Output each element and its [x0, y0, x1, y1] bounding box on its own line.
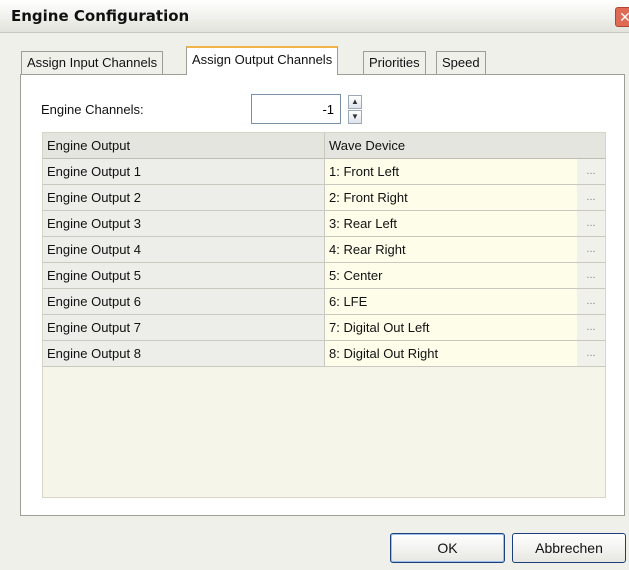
chevron-down-icon: ▼	[351, 112, 359, 121]
wave-device-cell[interactable]: 4: Rear Right	[325, 237, 577, 262]
wave-device-cell[interactable]: 6: LFE	[325, 289, 577, 314]
engine-channels-label: Engine Channels:	[41, 102, 144, 117]
spin-down-button[interactable]: ▼	[348, 110, 362, 124]
table-row: Engine Output 7 7: Digital Out Left ...	[43, 315, 605, 341]
engine-output-cell[interactable]: Engine Output 3	[43, 211, 325, 236]
table-row: Engine Output 1 1: Front Left ...	[43, 159, 605, 185]
chevron-up-icon: ▲	[351, 97, 359, 106]
close-button[interactable]: ✕	[615, 7, 629, 27]
browse-button[interactable]: ...	[577, 211, 605, 236]
engine-output-cell[interactable]: Engine Output 5	[43, 263, 325, 288]
wave-device-cell[interactable]: 3: Rear Left	[325, 211, 577, 236]
engine-output-cell[interactable]: Engine Output 7	[43, 315, 325, 340]
table-row: Engine Output 2 2: Front Right ...	[43, 185, 605, 211]
wave-device-cell[interactable]: 7: Digital Out Left	[325, 315, 577, 340]
browse-button[interactable]: ...	[577, 159, 605, 184]
ok-button[interactable]: OK	[390, 533, 505, 563]
tab-assign-output-channels[interactable]: Assign Output Channels	[186, 46, 339, 75]
table-row: Engine Output 3 3: Rear Left ...	[43, 211, 605, 237]
browse-button[interactable]: ...	[577, 341, 605, 366]
tab-panel-output-channels: Engine Channels: ▲ ▼ Engine Output Wave …	[20, 74, 625, 516]
tab-assign-input-channels[interactable]: Assign Input Channels	[21, 51, 164, 74]
close-icon: ✕	[619, 9, 629, 25]
output-mapping-grid: Engine Output Wave Device Engine Output …	[42, 132, 606, 498]
tab-priorities[interactable]: Priorities	[363, 51, 426, 74]
engine-output-cell[interactable]: Engine Output 8	[43, 341, 325, 366]
browse-button[interactable]: ...	[577, 185, 605, 210]
browse-button[interactable]: ...	[577, 315, 605, 340]
tab-speed[interactable]: Speed	[436, 51, 486, 74]
window-title: Engine Configuration	[11, 7, 190, 25]
cancel-button[interactable]: Abbrechen	[512, 533, 626, 563]
wave-device-cell[interactable]: 1: Front Left	[325, 159, 577, 184]
title-bar: Engine Configuration ✕	[0, 0, 629, 33]
browse-button[interactable]: ...	[577, 263, 605, 288]
wave-device-cell[interactable]: 8: Digital Out Right	[325, 341, 577, 366]
browse-button[interactable]: ...	[577, 289, 605, 314]
column-header-engine-output[interactable]: Engine Output	[43, 133, 325, 159]
wave-device-cell[interactable]: 2: Front Right	[325, 185, 577, 210]
engine-channels-input[interactable]	[251, 94, 341, 124]
table-row: Engine Output 5 5: Center ...	[43, 263, 605, 289]
column-header-wave-device[interactable]: Wave Device	[325, 133, 579, 159]
table-row: Engine Output 8 8: Digital Out Right ...	[43, 341, 605, 367]
browse-button[interactable]: ...	[577, 237, 605, 262]
engine-output-cell[interactable]: Engine Output 6	[43, 289, 325, 314]
wave-device-cell[interactable]: 5: Center	[325, 263, 577, 288]
spin-up-button[interactable]: ▲	[348, 95, 362, 109]
table-row: Engine Output 6 6: LFE ...	[43, 289, 605, 315]
engine-output-cell[interactable]: Engine Output 4	[43, 237, 325, 262]
engine-output-cell[interactable]: Engine Output 2	[43, 185, 325, 210]
engine-output-cell[interactable]: Engine Output 1	[43, 159, 325, 184]
grid-header: Engine Output Wave Device	[43, 133, 605, 159]
table-row: Engine Output 4 4: Rear Right ...	[43, 237, 605, 263]
